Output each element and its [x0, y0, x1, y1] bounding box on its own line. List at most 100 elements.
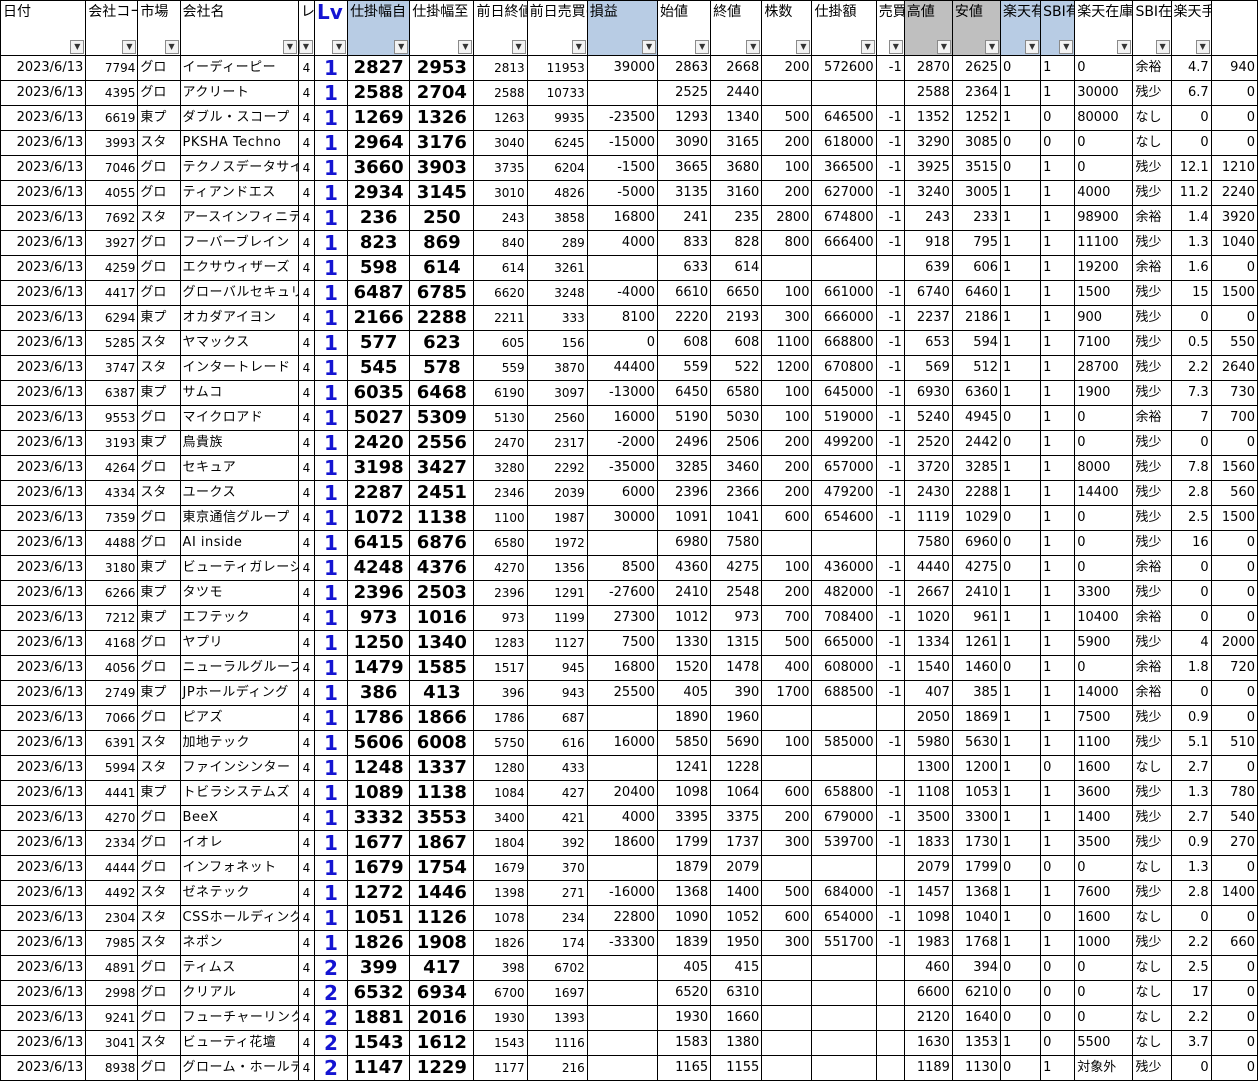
table-cell[interactable]: 243 — [903, 205, 953, 231]
table-cell[interactable]: 5500 — [1074, 1030, 1134, 1056]
table-cell[interactable]: 572600 — [811, 55, 877, 81]
table-cell[interactable]: 6008 — [409, 730, 475, 756]
table-cell[interactable]: 550 — [1210, 330, 1258, 356]
table-cell[interactable]: 1500 — [1074, 280, 1134, 306]
table-cell[interactable]: 1 — [1000, 180, 1042, 206]
column-header[interactable] — [1210, 0, 1258, 56]
column-header[interactable]: 前日売買(百万円) ▼ — [526, 0, 588, 56]
table-cell[interactable]: 1040 — [951, 905, 1002, 931]
table-cell[interactable]: 0 — [1210, 105, 1258, 131]
table-cell[interactable]: 残少 — [1132, 380, 1172, 406]
table-cell[interactable]: 1987 — [526, 505, 588, 531]
table-cell[interactable]: 1479 — [347, 655, 411, 681]
table-cell[interactable]: 2220 — [657, 305, 712, 331]
table-cell[interactable]: 0 — [1210, 580, 1258, 606]
table-cell[interactable]: 1041 — [710, 505, 763, 531]
table-cell[interactable]: グローバルセキュリ — [179, 280, 299, 306]
table-cell[interactable] — [586, 255, 659, 281]
table-cell[interactable]: 608 — [657, 330, 712, 356]
table-cell[interactable]: 4168 — [85, 630, 139, 656]
table-cell[interactable]: 残少 — [1132, 705, 1172, 731]
table-cell[interactable] — [875, 755, 905, 781]
table-cell[interactable]: 1908 — [409, 930, 475, 956]
table-cell[interactable]: 1 — [1040, 705, 1076, 731]
table-cell[interactable]: 0 — [1170, 105, 1212, 131]
table-cell[interactable]: 1337 — [409, 755, 475, 781]
table-cell[interactable]: 1393 — [526, 1005, 588, 1031]
table-cell[interactable]: 1 — [1040, 555, 1076, 581]
table-cell[interactable]: 2023/6/13 — [0, 155, 87, 181]
table-cell[interactable]: なし — [1132, 1005, 1172, 1031]
table-cell[interactable]: 0 — [1040, 980, 1076, 1006]
table-cell[interactable]: -1 — [875, 805, 905, 831]
table-cell[interactable] — [875, 1055, 905, 1081]
table-cell[interactable]: 300 — [761, 830, 813, 856]
table-cell[interactable]: 2.8 — [1170, 880, 1212, 906]
table-cell[interactable] — [875, 1005, 905, 1031]
table-cell[interactable]: 684000 — [811, 880, 877, 906]
table-cell[interactable]: 6360 — [951, 380, 1002, 406]
table-cell[interactable]: 1 — [1040, 155, 1076, 181]
table-cell[interactable]: 12.1 — [1170, 155, 1212, 181]
table-cell[interactable]: 577 — [347, 330, 411, 356]
table-cell[interactable]: 1064 — [710, 780, 763, 806]
table-cell[interactable]: 5130 — [473, 405, 528, 431]
table-cell[interactable]: 1228 — [710, 755, 763, 781]
table-cell[interactable]: 1560 — [1210, 455, 1258, 481]
table-cell[interactable]: 4275 — [951, 555, 1002, 581]
table-cell[interactable]: 2023/6/13 — [0, 630, 87, 656]
table-cell[interactable]: 0 — [1074, 155, 1134, 181]
table-cell[interactable]: ティアンドエス — [179, 180, 299, 206]
table-cell[interactable]: 残少 — [1132, 180, 1172, 206]
filter-dropdown-icon[interactable]: ▼ — [695, 40, 710, 54]
table-cell[interactable]: 654600 — [811, 505, 877, 531]
table-cell[interactable] — [811, 255, 877, 281]
table-cell[interactable]: 3300 — [1074, 580, 1134, 606]
table-cell[interactable]: スタ — [137, 355, 181, 381]
table-cell[interactable]: 6700 — [473, 980, 528, 1006]
table-cell[interactable]: 1804 — [473, 830, 528, 856]
table-cell[interactable]: なし — [1132, 905, 1172, 931]
table-cell[interactable]: 973 — [347, 605, 411, 631]
table-cell[interactable]: 0 — [1000, 130, 1042, 156]
table-cell[interactable]: 1.6 — [1170, 255, 1212, 281]
table-cell[interactable]: 4 — [297, 80, 315, 106]
table-cell[interactable]: 618000 — [811, 130, 877, 156]
table-cell[interactable]: 1 — [1000, 730, 1042, 756]
table-cell[interactable]: 1 — [1000, 305, 1042, 331]
table-cell[interactable]: 0 — [1210, 555, 1258, 581]
table-cell[interactable]: 1457 — [903, 880, 953, 906]
column-header[interactable]: 仕掛額 ▼ — [811, 0, 877, 56]
table-cell[interactable]: 3280 — [473, 455, 528, 481]
table-cell[interactable]: 3285 — [657, 455, 712, 481]
table-cell[interactable]: 390 — [710, 680, 763, 706]
table-cell[interactable]: 6785 — [409, 280, 475, 306]
table-cell[interactable]: 1 — [313, 180, 349, 206]
table-cell[interactable]: 0.9 — [1170, 705, 1212, 731]
table-cell[interactable]: 4 — [297, 255, 315, 281]
table-cell[interactable]: 0 — [1210, 980, 1258, 1006]
table-cell[interactable]: -1 — [875, 405, 905, 431]
table-cell[interactable]: 0 — [1210, 680, 1258, 706]
table-cell[interactable]: 残少 — [1132, 1055, 1172, 1081]
table-cell[interactable]: 2023/6/13 — [0, 230, 87, 256]
table-cell[interactable]: 2023/6/13 — [0, 705, 87, 731]
table-cell[interactable]: 4 — [297, 280, 315, 306]
table-cell[interactable]: 482000 — [811, 580, 877, 606]
table-cell[interactable]: 2800 — [761, 205, 813, 231]
table-cell[interactable]: 1 — [1040, 280, 1076, 306]
table-cell[interactable]: 1 — [1000, 1030, 1042, 1056]
table-cell[interactable]: 1 — [1040, 230, 1076, 256]
table-cell[interactable]: 2442 — [951, 430, 1002, 456]
table-cell[interactable]: 東プ — [137, 580, 181, 606]
table-cell[interactable]: 1.4 — [1170, 205, 1212, 231]
table-cell[interactable]: なし — [1132, 130, 1172, 156]
table-cell[interactable] — [811, 855, 877, 881]
table-cell[interactable]: 0 — [1074, 405, 1134, 431]
table-cell[interactable]: 4 — [297, 505, 315, 531]
table-cell[interactable]: 4 — [297, 805, 315, 831]
table-cell[interactable]: 15 — [1170, 280, 1212, 306]
table-cell[interactable]: 残少 — [1132, 155, 1172, 181]
table-cell[interactable]: 0 — [1210, 80, 1258, 106]
table-cell[interactable]: 1280 — [473, 755, 528, 781]
